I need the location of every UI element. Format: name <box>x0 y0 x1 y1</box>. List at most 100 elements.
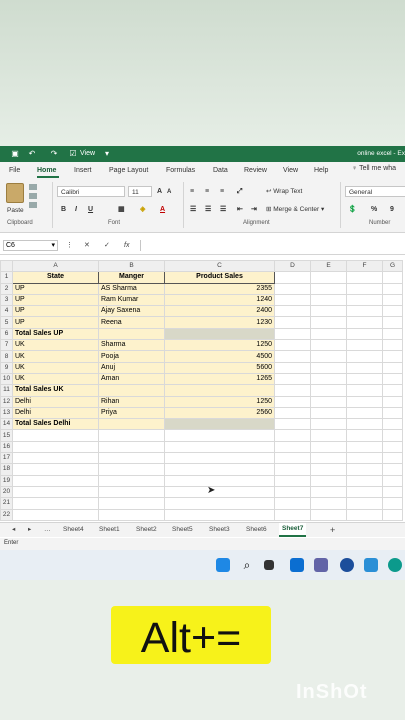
cell-a[interactable]: Total Sales UK <box>12 384 99 397</box>
cell-g[interactable] <box>382 508 403 521</box>
cell-a[interactable] <box>12 429 99 442</box>
cell-f[interactable] <box>346 339 383 352</box>
cell-g[interactable] <box>382 395 403 408</box>
row-header[interactable]: 5 <box>0 316 13 329</box>
row-header[interactable]: 20 <box>0 485 13 499</box>
cell-g[interactable] <box>382 452 403 465</box>
cell-d[interactable] <box>274 271 311 284</box>
row-header[interactable]: 6 <box>0 327 13 341</box>
cell-g[interactable] <box>382 316 403 329</box>
cell-e[interactable] <box>310 474 347 487</box>
scroll-right-icon[interactable]: ▸ <box>28 525 31 535</box>
cell-d[interactable] <box>274 406 311 420</box>
cell-e[interactable] <box>310 293 347 307</box>
add-sheet-button[interactable]: + <box>330 525 335 535</box>
cell-f[interactable] <box>346 282 383 295</box>
cell-e[interactable] <box>310 508 347 521</box>
cell-b[interactable]: Sharma <box>98 339 165 352</box>
cell-b[interactable] <box>98 440 165 454</box>
vscode-icon[interactable] <box>364 558 378 572</box>
cell-c[interactable]: 5600 <box>164 361 275 374</box>
row-header[interactable]: 3 <box>0 293 13 307</box>
cell-a[interactable] <box>12 497 99 510</box>
cell-f[interactable] <box>346 384 383 397</box>
cell-e[interactable] <box>310 339 347 352</box>
cell-g[interactable] <box>382 372 403 386</box>
cell-b[interactable] <box>98 429 165 442</box>
app-icon[interactable] <box>340 558 354 572</box>
cell-b[interactable] <box>98 327 165 341</box>
tab-home[interactable]: Home <box>37 166 56 175</box>
cell-c[interactable] <box>164 452 275 465</box>
cell-c[interactable]: 1250 <box>164 395 275 408</box>
cell-b[interactable] <box>98 474 165 487</box>
increase-font-icon[interactable]: A <box>157 187 162 196</box>
cell-a[interactable]: UK <box>12 372 99 386</box>
row-header[interactable]: 4 <box>0 305 13 318</box>
scroll-left-icon[interactable]: ◂ <box>12 525 15 535</box>
cell-g[interactable] <box>382 418 403 431</box>
row-header[interactable]: 8 <box>0 350 13 363</box>
cell-a[interactable]: UK <box>12 350 99 363</box>
row-header[interactable]: 19 <box>0 474 13 487</box>
cell-f[interactable] <box>346 440 383 454</box>
merge-center-button[interactable]: ⊞ Merge & Center ▾ <box>266 205 324 213</box>
cell-b[interactable]: Manger <box>98 271 165 284</box>
cell-d[interactable] <box>274 440 311 454</box>
cell-e[interactable] <box>310 282 347 295</box>
cell-c[interactable] <box>164 418 275 431</box>
cell-b[interactable]: Priya <box>98 406 165 420</box>
cell-b[interactable]: Aman <box>98 372 165 386</box>
search-icon[interactable]: ⌕ <box>240 558 254 572</box>
enter-icon[interactable]: ✓ <box>104 240 110 251</box>
cell-d[interactable] <box>274 316 311 329</box>
view-check-icon[interactable]: ☑ <box>68 149 78 159</box>
cell-a[interactable]: UP <box>12 316 99 329</box>
cell-f[interactable] <box>346 508 383 521</box>
cell-b[interactable]: Reena <box>98 316 165 329</box>
cell-e[interactable] <box>310 305 347 318</box>
chevron-down-icon[interactable]: ▾ <box>51 241 55 251</box>
undo-icon[interactable]: ↶ <box>27 149 37 159</box>
cell-g[interactable] <box>382 293 403 307</box>
row-header[interactable]: 16 <box>0 440 13 454</box>
column-header-g[interactable]: G <box>382 259 403 273</box>
save-icon[interactable]: ▣ <box>10 149 20 159</box>
italic-button[interactable]: I <box>75 205 77 214</box>
cell-a[interactable]: Total Sales Delhi <box>12 418 99 431</box>
cell-e[interactable] <box>310 463 347 476</box>
cell-c[interactable]: 1265 <box>164 372 275 386</box>
cell-c[interactable] <box>164 384 275 397</box>
sheet-tab-sheet3[interactable]: Sheet3 <box>209 525 230 535</box>
cell-d[interactable] <box>274 474 311 487</box>
cell-d[interactable] <box>274 350 311 363</box>
cell-c[interactable]: 4500 <box>164 350 275 363</box>
row-header[interactable]: 7 <box>0 339 13 352</box>
cell-d[interactable] <box>274 293 311 307</box>
cell-c[interactable]: 2400 <box>164 305 275 318</box>
cell-c[interactable] <box>164 474 275 487</box>
cell-d[interactable] <box>274 395 311 408</box>
cancel-icon[interactable]: ✕ <box>84 240 90 251</box>
teams-icon[interactable] <box>314 558 328 572</box>
cell-g[interactable] <box>382 327 403 341</box>
cell-d[interactable] <box>274 497 311 510</box>
cell-a[interactable] <box>12 452 99 465</box>
cell-e[interactable] <box>310 372 347 386</box>
cell-a[interactable]: UP <box>12 305 99 318</box>
row-header[interactable]: 12 <box>0 395 13 408</box>
cell-f[interactable] <box>346 418 383 431</box>
sheet-tab-sheet2[interactable]: Sheet2 <box>136 525 157 535</box>
cell-d[interactable] <box>274 361 311 374</box>
increase-indent-icon[interactable]: ⇥ <box>251 205 257 214</box>
cell-d[interactable] <box>274 463 311 476</box>
cell-d[interactable] <box>274 485 311 499</box>
currency-icon[interactable]: 💲 <box>348 205 357 214</box>
cell-a[interactable]: UK <box>12 339 99 352</box>
task-view-icon[interactable] <box>264 560 274 570</box>
align-left-icon[interactable]: ☰ <box>190 205 196 214</box>
cell-f[interactable] <box>346 305 383 318</box>
name-box[interactable]: C6 ▾ <box>3 240 58 251</box>
cell-c[interactable]: 1230 <box>164 316 275 329</box>
tab-review[interactable]: Review <box>244 166 267 175</box>
